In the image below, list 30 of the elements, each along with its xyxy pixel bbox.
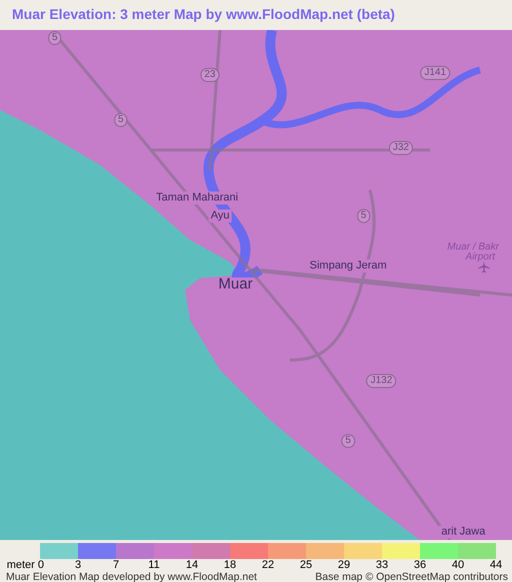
legend-tick-label: 36 [414,559,426,571]
legend-tick-label: 7 [112,559,120,571]
legend-tick-label: 14 [186,559,198,571]
road-shield: J32 [388,141,413,156]
legend-tick-label: 11 [148,559,160,571]
map-label: Airport [464,250,497,264]
legend-tick-label: 22 [262,559,274,571]
road-shield: 5 [341,434,355,448]
page-title: Muar Elevation: 3 meter Map by www.FloodMap.net (beta) [11,5,396,24]
legend-tick-label: 3 [74,559,82,571]
map-label: arit Jawa [439,526,488,539]
road-shield: J141 [420,66,450,80]
legend-tick-label: 29 [338,559,350,571]
map-label: Taman Maharani [154,192,240,205]
airplane-icon [477,260,490,274]
map-label: Simpang Jeram [308,259,389,272]
legend-tick-label: 33 [376,559,388,571]
road-shield: 5 [114,113,128,128]
legend-tick-label: 18 [224,559,236,571]
attribution-text: Base map © OpenStreetMap contributors [315,571,508,582]
legend-tick-label: 25 [300,559,312,571]
credit-text: Muar Elevation Map developed by www.FloodMap.net [6,571,257,582]
legend-tick-label: 44 [490,559,502,571]
legend-tick-label: 40 [452,559,464,571]
road-shield: 23 [200,68,220,82]
road-shield: 5 [356,209,370,224]
legend-start-label: meter 0 [6,559,44,571]
road-shield: J132 [366,374,396,388]
road-shield: 5 [48,31,62,46]
map-label: Ayu [208,210,232,223]
